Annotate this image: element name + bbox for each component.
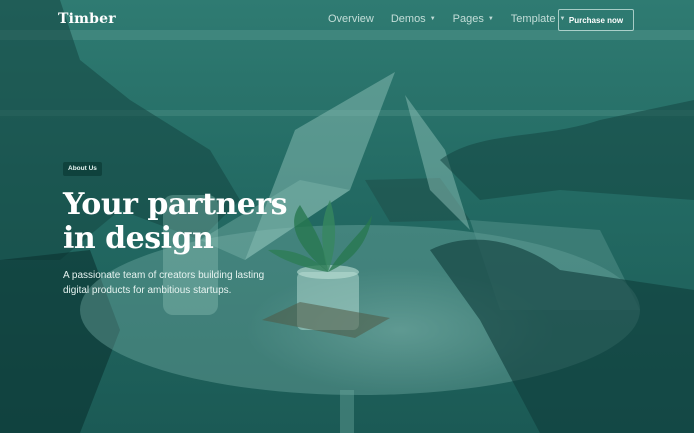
site-header: Timber Overview Demos ▼ Pages ▼ Template… [0, 0, 694, 40]
nav-item-overview[interactable]: Overview [328, 13, 374, 25]
nav-item-label: Template [510, 13, 556, 25]
hero-headline: Your partners in design [63, 188, 323, 256]
nav-item-demos[interactable]: Demos ▼ [391, 13, 436, 25]
subtext-line-1: A passionate team of creators building l… [63, 270, 265, 281]
logo[interactable]: Timber [58, 11, 116, 27]
nav-item-label: Overview [328, 13, 374, 25]
caret-down-icon: ▼ [429, 16, 436, 22]
main-nav: Overview Demos ▼ Pages ▼ Template ▼ [328, 13, 582, 25]
nav-item-pages[interactable]: Pages ▼ [453, 13, 494, 25]
hero-subtext: A passionate team of creators building l… [63, 268, 293, 298]
caret-down-icon: ▼ [487, 16, 494, 22]
subtext-line-2: digital products for ambitious startups. [63, 285, 232, 296]
hero-section: Timber Overview Demos ▼ Pages ▼ Template… [0, 0, 694, 433]
about-us-badge: About Us [63, 162, 102, 176]
headline-line-2: in design [63, 221, 214, 256]
nav-item-label: Pages [452, 13, 484, 25]
nav-item-label: Demos [390, 13, 426, 25]
purchase-button[interactable]: Purchase now [558, 9, 634, 31]
headline-line-1: Your partners [63, 187, 288, 222]
